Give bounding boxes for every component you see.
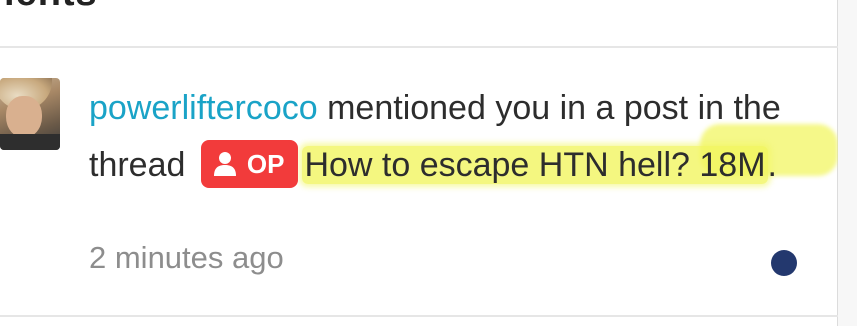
op-badge-label: OP xyxy=(246,148,285,179)
avatar[interactable] xyxy=(0,78,60,150)
user-icon xyxy=(213,152,236,177)
right-gutter xyxy=(838,0,857,326)
notification-text: powerliftercoco mentioned you in a post … xyxy=(89,80,809,194)
unread-indicator[interactable] xyxy=(771,250,797,276)
notification-period: . xyxy=(767,146,777,184)
notifications-page: ients powerliftercoco mentioned you in a… xyxy=(0,0,857,326)
thread-title-link[interactable]: How to escape HTN hell? 18M xyxy=(302,146,768,184)
notifications-panel: ients powerliftercoco mentioned you in a… xyxy=(0,0,838,326)
timestamp: 2 minutes ago xyxy=(89,240,284,275)
divider xyxy=(0,315,838,317)
divider xyxy=(0,46,838,48)
avatar-face xyxy=(6,96,42,138)
avatar-shirt xyxy=(0,134,60,150)
page-title: ients xyxy=(4,0,98,15)
op-badge: OP xyxy=(200,140,299,189)
username-link[interactable]: powerliftercoco xyxy=(89,89,318,127)
